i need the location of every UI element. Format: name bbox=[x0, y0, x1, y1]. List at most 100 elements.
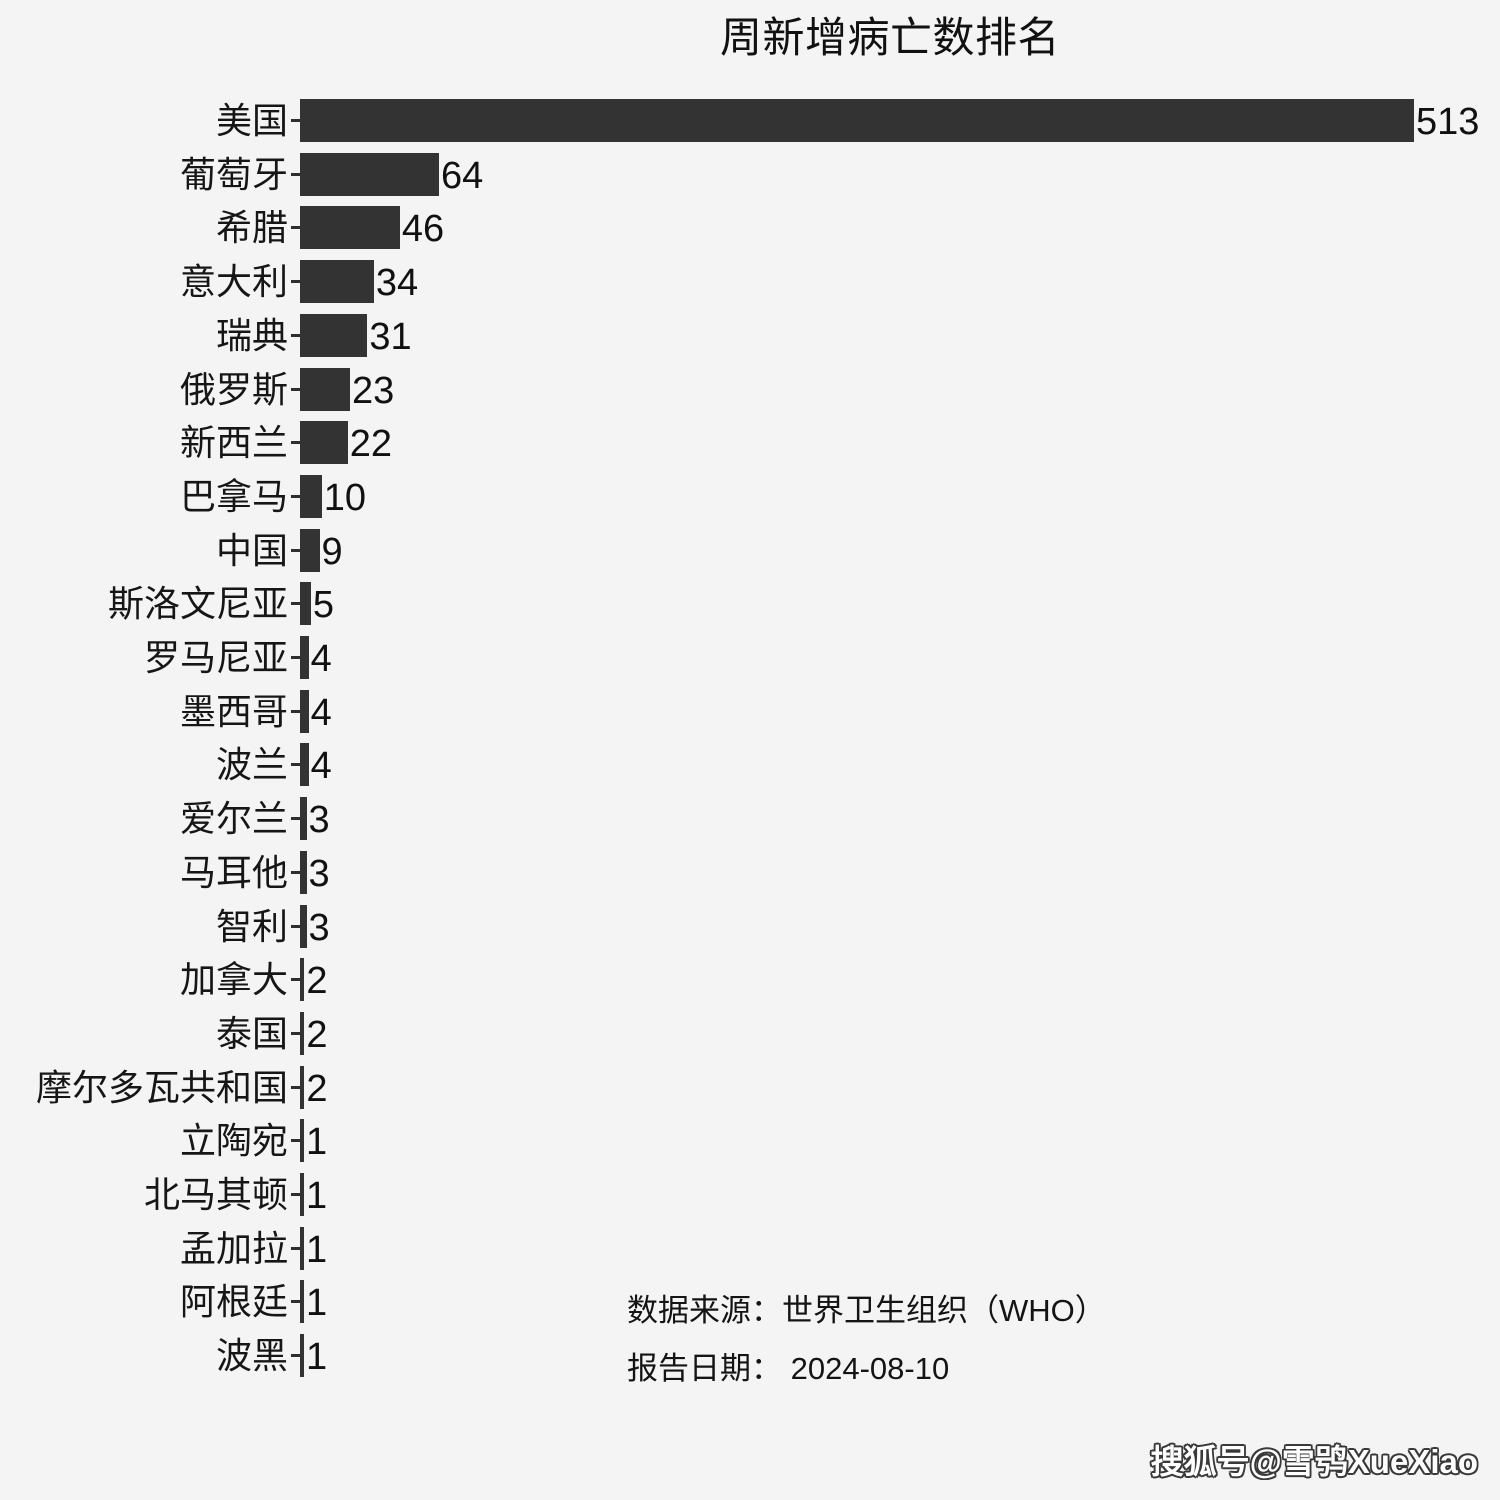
plot-area: 美国 513 葡萄牙 64 希腊 46 意大利 34 瑞典 31 俄罗斯 23 新西兰 22 巴拿马 10 中国… bbox=[0, 0, 1500, 1420]
bar bbox=[300, 743, 309, 787]
axis-tick-icon bbox=[291, 280, 300, 284]
axis-tick-icon bbox=[291, 226, 300, 230]
category-label: 墨西哥 bbox=[179, 690, 288, 732]
category-label: 巴拿马 bbox=[179, 475, 288, 517]
bar bbox=[300, 689, 309, 733]
category-label: 泰国 bbox=[215, 1012, 288, 1054]
bar-value-label: 4 bbox=[310, 691, 332, 734]
category-label: 希腊 bbox=[215, 207, 288, 249]
axis-tick-icon bbox=[291, 548, 300, 552]
bar-value-label: 3 bbox=[308, 799, 330, 842]
bar-row: 爱尔兰 3 bbox=[0, 792, 1500, 846]
bar bbox=[300, 421, 348, 465]
axis-tick-icon bbox=[291, 1085, 300, 1089]
axis-tick-icon bbox=[291, 441, 300, 445]
bar bbox=[300, 1119, 304, 1163]
bar-row: 马耳他 3 bbox=[0, 846, 1500, 900]
bar-row: 意大利 34 bbox=[0, 255, 1500, 309]
bar-row: 立陶宛 1 bbox=[0, 1114, 1500, 1168]
bar bbox=[300, 1065, 305, 1109]
category-label: 波黑 bbox=[215, 1335, 288, 1377]
bar-row: 新西兰 22 bbox=[0, 416, 1500, 470]
bar-row: 智利 3 bbox=[0, 900, 1500, 954]
bar bbox=[300, 1280, 304, 1324]
axis-tick-icon bbox=[291, 709, 300, 713]
axis-tick-icon bbox=[291, 119, 300, 122]
bar-row: 摩尔多瓦共和国 2 bbox=[0, 1061, 1500, 1115]
axis-tick-icon bbox=[291, 870, 300, 874]
bar-value-label: 34 bbox=[375, 262, 419, 305]
bar-row: 葡萄牙 64 bbox=[0, 148, 1500, 202]
category-label: 斯洛文尼亚 bbox=[107, 583, 288, 625]
bar-value-label: 46 bbox=[401, 208, 445, 251]
bar-value-label: 23 bbox=[351, 369, 395, 412]
bar bbox=[300, 367, 350, 411]
category-label: 摩尔多瓦共和国 bbox=[35, 1066, 288, 1108]
bar-row: 罗马尼亚 4 bbox=[0, 631, 1500, 685]
bar-row: 孟加拉 1 bbox=[0, 1222, 1500, 1276]
bar bbox=[300, 1226, 304, 1270]
category-label: 新西兰 bbox=[179, 422, 288, 464]
category-label: 瑞典 bbox=[215, 314, 288, 356]
bar-value-label: 9 bbox=[321, 530, 343, 573]
bar bbox=[300, 99, 1414, 142]
category-label: 葡萄牙 bbox=[179, 153, 288, 195]
bar-row: 加拿大 2 bbox=[0, 953, 1500, 1007]
axis-tick-icon bbox=[291, 1246, 300, 1250]
bar-row: 波兰 4 bbox=[0, 738, 1500, 792]
bar-value-label: 1 bbox=[306, 1336, 328, 1379]
category-label: 立陶宛 bbox=[179, 1120, 288, 1162]
axis-tick-icon bbox=[291, 978, 300, 982]
bar bbox=[300, 1011, 305, 1055]
bar-row: 美国 513 bbox=[0, 94, 1500, 148]
footnote-block: 数据来源：世界卫生组织（WHO） 报告日期： 2024-08-10 bbox=[627, 1282, 1106, 1398]
bar-row: 瑞典 31 bbox=[0, 309, 1500, 363]
bar bbox=[300, 850, 307, 894]
category-label: 意大利 bbox=[179, 261, 288, 303]
category-label: 美国 bbox=[215, 100, 288, 141]
axis-tick-icon bbox=[291, 1031, 300, 1035]
bar-value-label: 5 bbox=[312, 584, 334, 627]
watermark-label: 搜狐号@雪鸮XueXiao bbox=[1150, 1443, 1478, 1480]
bar-row: 中国 9 bbox=[0, 524, 1500, 578]
bar-row: 巴拿马 10 bbox=[0, 470, 1500, 524]
bar-value-label: 31 bbox=[369, 315, 412, 358]
axis-tick-icon bbox=[291, 602, 300, 606]
bar bbox=[300, 797, 307, 841]
bar-value-label: 2 bbox=[306, 1013, 328, 1056]
axis-tick-icon bbox=[291, 494, 300, 498]
bar-value-label: 4 bbox=[310, 745, 332, 788]
report-date-note: 报告日期： 2024-08-10 bbox=[627, 1351, 950, 1386]
axis-tick-icon bbox=[291, 817, 300, 821]
bar-value-label: 2 bbox=[306, 1067, 328, 1110]
axis-tick-icon bbox=[291, 1300, 300, 1304]
bar-value-label: 1 bbox=[306, 1228, 328, 1271]
bar-value-label: 513 bbox=[1416, 101, 1480, 143]
bar-row: 泰国 2 bbox=[0, 1007, 1500, 1061]
bar bbox=[300, 206, 400, 250]
axis-tick-icon bbox=[291, 1193, 300, 1196]
category-label: 智利 bbox=[215, 905, 288, 947]
bar bbox=[300, 904, 307, 948]
bar-value-label: 3 bbox=[308, 906, 330, 949]
bar-value-label: 1 bbox=[306, 1175, 328, 1217]
bar-value-label: 10 bbox=[323, 476, 366, 519]
bar bbox=[300, 313, 368, 357]
category-label: 孟加拉 bbox=[179, 1227, 288, 1269]
bar bbox=[300, 958, 305, 1002]
category-label: 中国 bbox=[215, 529, 288, 571]
bar bbox=[300, 152, 439, 196]
bar-value-label: 1 bbox=[306, 1282, 328, 1325]
bar bbox=[300, 1173, 304, 1216]
bar-chart-figure: 周新增病亡数排名 美国 513 葡萄牙 64 希腊 46 意大利 34 瑞典 31 俄罗斯 23 新西兰… bbox=[0, 0, 1500, 1500]
category-label: 北马其顿 bbox=[143, 1174, 288, 1215]
bar bbox=[300, 636, 309, 679]
data-source-note: 数据来源：世界卫生组织（WHO） bbox=[627, 1293, 1106, 1328]
axis-tick-icon bbox=[291, 924, 300, 928]
bar bbox=[300, 582, 311, 626]
category-label: 波兰 bbox=[215, 744, 288, 786]
category-label: 阿根廷 bbox=[179, 1281, 288, 1323]
bar bbox=[300, 260, 374, 304]
axis-tick-icon bbox=[291, 763, 300, 767]
bar-row: 斯洛文尼亚 5 bbox=[0, 577, 1500, 631]
